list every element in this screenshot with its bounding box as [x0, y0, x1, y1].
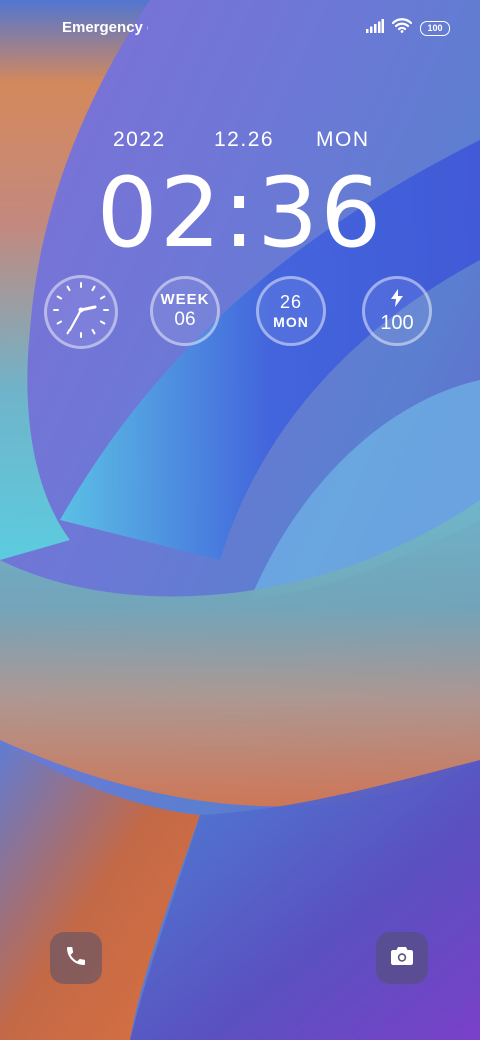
week-widget: WEEK 06 [150, 276, 220, 346]
lockscreen-clock: 02:36 [96, 157, 384, 269]
status-icons: 100 [366, 18, 450, 38]
signal-icon [366, 18, 384, 38]
phone-shortcut-button[interactable] [50, 932, 102, 984]
battery-widget: 100 [362, 276, 432, 346]
date-row: 2022 12.26 MON [0, 128, 480, 156]
wallpaper [0, 0, 480, 1040]
day-widget: 26 MON [256, 276, 326, 346]
day-weekday: MON [273, 314, 309, 330]
status-bar: Emergency c 100 [0, 0, 480, 56]
battery-icon: 100 [420, 20, 450, 36]
carrier-text: Emergency c [62, 19, 148, 36]
phone-icon [64, 944, 88, 973]
date-month-day: 12.26 [214, 128, 275, 151]
date-year: 2022 [113, 128, 166, 151]
week-number: 06 [174, 309, 196, 330]
lock-screen: Emergency c 100 2022 12.26 MON 02:36 WEE… [0, 0, 480, 1040]
analog-clock-widget [44, 275, 118, 349]
wifi-icon [391, 18, 413, 38]
day-number: 26 [279, 292, 303, 312]
camera-icon [389, 944, 415, 973]
battery-percent: 100 [380, 311, 414, 334]
week-label: WEEK [160, 291, 210, 308]
analog-clock-icon [49, 278, 113, 347]
camera-shortcut-button[interactable] [376, 932, 428, 984]
date-weekday: MON [316, 128, 370, 151]
charging-bolt-icon [390, 288, 404, 312]
